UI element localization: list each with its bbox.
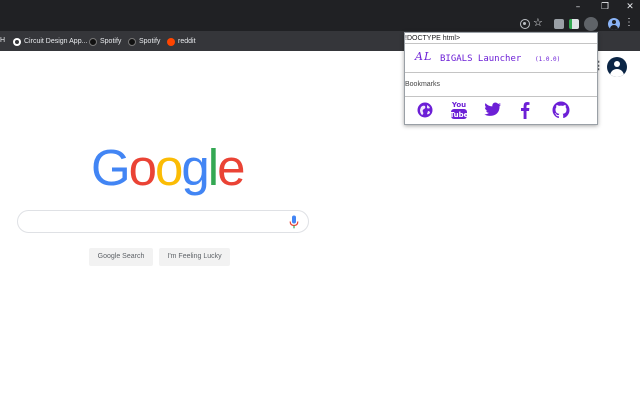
- launcher-logo: AL: [415, 50, 433, 63]
- bookmark-label: Spotify: [139, 38, 161, 45]
- circuit-app-icon: [13, 37, 21, 46]
- bookmarks-heading: Bookmarks: [405, 81, 441, 88]
- spotify-icon: [128, 37, 136, 46]
- target-icon[interactable]: [520, 19, 530, 29]
- github-icon[interactable]: [552, 100, 570, 120]
- profile-icon[interactable]: [608, 18, 620, 30]
- restore-button[interactable]: ❐: [593, 0, 617, 14]
- popup-version: (1.0.0): [535, 56, 561, 63]
- popup-title: BIGALS Launcher: [440, 54, 522, 64]
- bookmark-fragment[interactable]: H: [0, 36, 5, 46]
- minimize-button[interactable]: –: [566, 0, 590, 14]
- microphone-icon[interactable]: [289, 215, 299, 229]
- close-window-button[interactable]: ✕: [618, 0, 640, 14]
- google-logo: Google: [91, 139, 246, 196]
- reddit-icon: [167, 37, 175, 46]
- bookmark-spotify-1[interactable]: Spotify: [89, 36, 121, 47]
- facebook-icon[interactable]: [516, 100, 534, 120]
- logo-letter: o: [128, 139, 157, 196]
- bookmark-label: Circuit Design App...: [24, 38, 88, 45]
- extension-sheet-icon[interactable]: [569, 19, 579, 29]
- bookmark-label: reddit: [178, 38, 196, 45]
- bookmark-label: Spotify: [100, 38, 122, 45]
- browser-titlebar: [0, 0, 640, 31]
- logo-letter: g: [181, 139, 209, 196]
- youtube-icon[interactable]: You Tube: [450, 100, 468, 120]
- logo-letter: e: [217, 139, 245, 196]
- google-search-button[interactable]: Google Search: [89, 248, 153, 266]
- popup-doctype-text: !DOCTYPE html>: [405, 35, 461, 42]
- bigals-launcher-extension-icon[interactable]: [584, 17, 598, 31]
- feeling-lucky-button[interactable]: I'm Feeling Lucky: [159, 248, 230, 266]
- bookmark-circuit-design[interactable]: Circuit Design App...: [13, 36, 87, 47]
- svg-text:You: You: [451, 101, 466, 109]
- popup-header: AL BIGALS Launcher (1.0.0): [405, 43, 597, 72]
- spotify-icon: [89, 37, 97, 46]
- bookmark-reddit[interactable]: reddit: [167, 36, 196, 47]
- logo-letter: o: [155, 139, 183, 196]
- extension-popup: !DOCTYPE html> AL BIGALS Launcher (1.0.0…: [404, 32, 598, 125]
- extension-icon[interactable]: [554, 19, 564, 29]
- divider: [405, 96, 597, 97]
- search-input[interactable]: [17, 210, 309, 233]
- globe-icon[interactable]: [416, 100, 434, 120]
- svg-text:Tube: Tube: [450, 111, 468, 119]
- bookmark-star-icon[interactable]: ☆: [533, 17, 543, 29]
- twitter-icon[interactable]: [484, 100, 502, 120]
- divider: [405, 72, 597, 73]
- logo-letter: G: [91, 139, 131, 196]
- logo-letter: l: [207, 139, 219, 196]
- account-avatar[interactable]: [607, 57, 627, 77]
- bookmark-spotify-2[interactable]: Spotify: [128, 36, 160, 47]
- browser-menu-icon[interactable]: ⋮: [624, 17, 634, 28]
